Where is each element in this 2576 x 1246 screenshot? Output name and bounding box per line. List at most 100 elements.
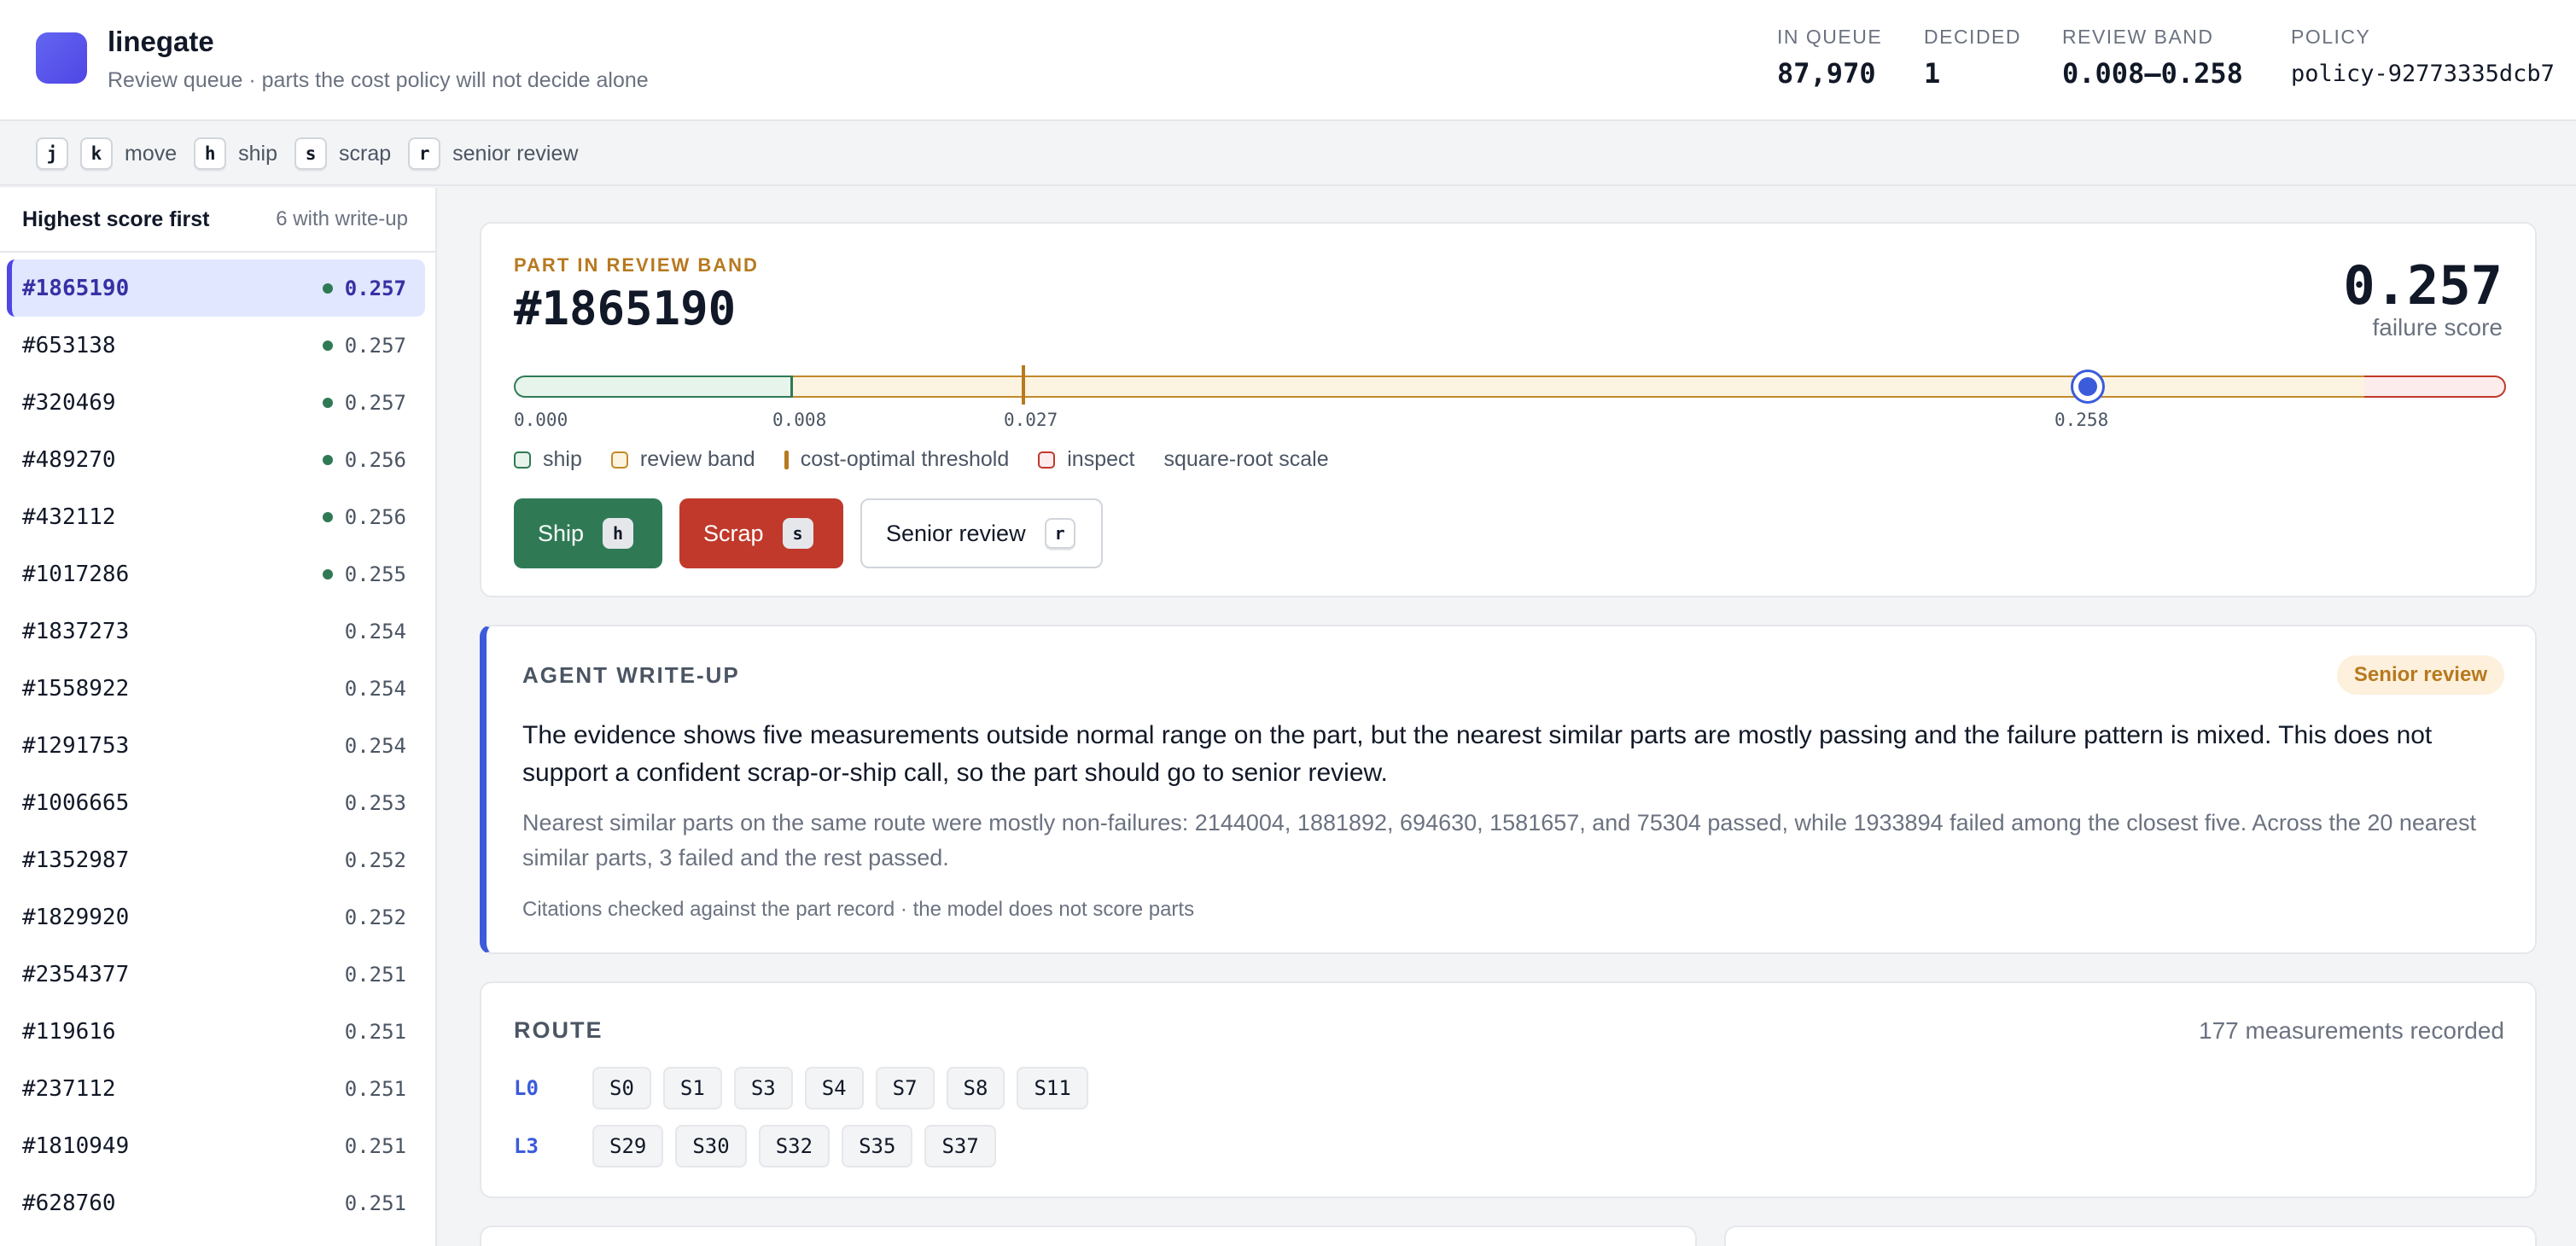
- route-station[interactable]: S0: [592, 1067, 651, 1109]
- queue-item-score: 0.251: [344, 1076, 406, 1101]
- queue-item-meta: 0.257: [322, 390, 406, 415]
- queue-item-score: 0.253: [344, 790, 406, 815]
- failure-score-label: failure score: [2372, 314, 2503, 341]
- queue-item-id: #320469: [22, 389, 116, 416]
- route-station[interactable]: S32: [758, 1125, 830, 1167]
- shortcut-label-ship: ship: [238, 141, 278, 166]
- queue-item-id: #1810949: [22, 1132, 130, 1159]
- legend-inspect: inspect: [1038, 447, 1134, 472]
- queue-item[interactable]: #489270 0.256: [7, 431, 425, 488]
- queue-item-meta: 0.254: [345, 734, 406, 758]
- route-station[interactable]: S4: [804, 1067, 864, 1109]
- queue-item-meta: 0.254: [345, 620, 406, 643]
- route-station[interactable]: S29: [592, 1125, 664, 1167]
- queue-item[interactable]: #320469 0.257: [7, 374, 425, 431]
- inspect-swatch: [1038, 451, 1056, 469]
- queue-item-meta: 0.251: [345, 1191, 406, 1215]
- queue-sidebar: Highest score first 6 with write-up #186…: [0, 188, 437, 1246]
- stat-label: IN QUEUE: [1777, 26, 1883, 48]
- route-station[interactable]: S11: [1017, 1067, 1088, 1109]
- ship-button[interactable]: Ship h: [514, 498, 662, 568]
- queue-item-meta: 0.254: [345, 677, 406, 701]
- queue-item-id: #1837273: [22, 618, 130, 644]
- review-band-segment: [792, 376, 2364, 398]
- queue-item-meta: 0.256: [322, 504, 406, 529]
- route-station[interactable]: S35: [842, 1125, 913, 1167]
- queue-item-score: 0.251: [344, 1191, 406, 1215]
- queue-item[interactable]: #432112 0.256: [7, 488, 425, 545]
- senior-review-button-key: r: [1044, 518, 1075, 549]
- route-station[interactable]: S3: [733, 1067, 793, 1109]
- sort-label[interactable]: Highest score first: [22, 207, 210, 232]
- route-station[interactable]: S37: [924, 1125, 996, 1167]
- route-station[interactable]: S8: [946, 1067, 1005, 1109]
- queue-item-score: 0.254: [344, 733, 406, 758]
- queue-item-meta: 0.253: [345, 791, 406, 815]
- queue-item[interactable]: #119616 0.251: [7, 1003, 425, 1060]
- queue-item-id: #1352987: [22, 847, 130, 873]
- legend-ship-label: ship: [543, 447, 582, 471]
- queue-item[interactable]: #2354377 0.251: [7, 946, 425, 1003]
- queue-item-id: #1865190: [22, 275, 130, 301]
- shortcut-label-senior: senior review: [452, 141, 579, 166]
- legend-band-label: review band: [639, 447, 755, 471]
- legend-threshold-label: cost-optimal threshold: [800, 447, 1010, 471]
- queue-item-score: 0.254: [344, 676, 406, 701]
- queue-item[interactable]: #653138 0.257: [7, 317, 425, 374]
- measurement-count: 177 measurements recorded: [2199, 1017, 2504, 1044]
- queue-list: #1865190 0.257 #653138 0.257 #320469 0.257 #48…: [0, 253, 435, 1231]
- queue-item[interactable]: #628760 0.251: [7, 1174, 425, 1231]
- queue-item[interactable]: #1017286 0.255: [7, 545, 425, 603]
- queue-item[interactable]: #1837273 0.254: [7, 603, 425, 660]
- shortcut-label-scrap: scrap: [339, 141, 392, 166]
- queue-item-meta: 0.251: [345, 1020, 406, 1044]
- queue-item-id: #432112: [22, 504, 116, 530]
- tick-label: 0.008: [772, 410, 827, 430]
- key-s: s: [294, 137, 328, 170]
- route-station[interactable]: S30: [675, 1125, 747, 1167]
- route-station[interactable]: S7: [875, 1067, 935, 1109]
- queue-item-id: #119616: [22, 1018, 116, 1045]
- writeup-count: 6 with write-up: [276, 207, 408, 230]
- route-heading: ROUTE: [514, 1017, 603, 1043]
- senior-review-button[interactable]: Senior review r: [860, 498, 1103, 568]
- tick-label: 0.000: [514, 410, 568, 430]
- queue-item-score: 0.252: [344, 905, 406, 929]
- queue-item-meta: 0.257: [322, 334, 406, 358]
- queue-item[interactable]: #237112 0.251: [7, 1060, 425, 1117]
- writeup-indicator-icon: [322, 454, 333, 465]
- queue-item-id: #653138: [22, 332, 116, 358]
- shortcut-label-move: move: [125, 141, 178, 166]
- stat-review-band: REVIEW BAND 0.008–0.258: [2062, 26, 2243, 90]
- scrap-button[interactable]: Scrap s: [679, 498, 843, 568]
- queue-item[interactable]: #1558922 0.254: [7, 660, 425, 717]
- queue-item[interactable]: #1006665 0.253: [7, 774, 425, 831]
- senior-review-button-label: Senior review: [886, 520, 1026, 546]
- queue-item[interactable]: #1810949 0.251: [7, 1117, 425, 1174]
- queue-item-score: 0.251: [344, 1133, 406, 1158]
- queue-item-meta: 0.251: [345, 1077, 406, 1101]
- route-station[interactable]: S1: [662, 1067, 722, 1109]
- failure-score: 0.257: [2343, 254, 2503, 317]
- threshold-swatch: [784, 450, 789, 469]
- inspect-segment: [2364, 376, 2506, 398]
- queue-item[interactable]: #1865190 0.257: [7, 259, 425, 317]
- queue-item-score: 0.251: [344, 962, 406, 987]
- queue-item-id: #237112: [22, 1075, 116, 1102]
- queue-item[interactable]: #1352987 0.252: [7, 831, 425, 888]
- queue-item[interactable]: #1829920 0.252: [7, 888, 425, 946]
- queue-item[interactable]: #1291753 0.254: [7, 717, 425, 774]
- app-title: linegate: [108, 26, 214, 57]
- band-legend: ship review band cost-optimal threshold …: [514, 447, 1346, 472]
- queue-item-score: 0.257: [344, 390, 406, 415]
- queue-item-score: 0.256: [344, 504, 406, 529]
- queue-item-score: 0.255: [344, 562, 406, 586]
- key-j: j: [36, 137, 68, 170]
- station-list: S29 S30 S32 S35 S37: [592, 1125, 996, 1167]
- queue-item-score: 0.257: [344, 276, 406, 300]
- stat-label: DECIDED: [1924, 26, 2022, 48]
- writeup-summary: The evidence shows five measurements out…: [522, 721, 2433, 787]
- ship-segment: [514, 376, 792, 398]
- key-r: r: [408, 137, 441, 170]
- stat-value: 1: [1924, 57, 1941, 90]
